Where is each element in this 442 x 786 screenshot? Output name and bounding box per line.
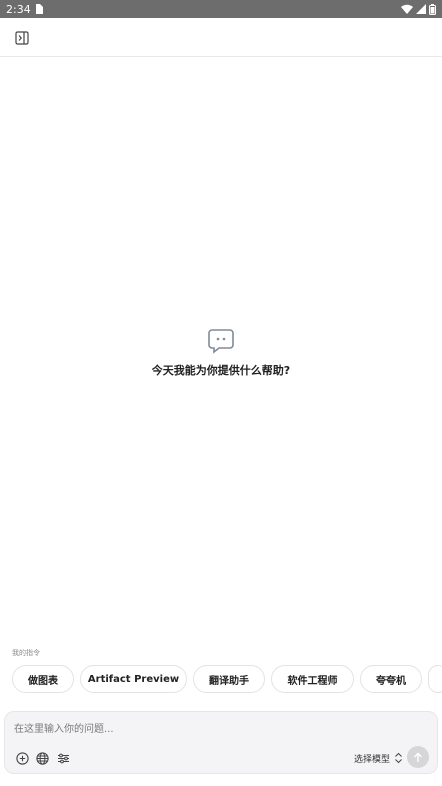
- top-bar: [0, 18, 442, 57]
- status-right: [401, 3, 436, 15]
- suggestions-label: 我的指令: [12, 649, 40, 657]
- settings-button[interactable]: [55, 750, 71, 766]
- chevron-up-down-icon: [395, 752, 402, 764]
- empty-state: 今天我能为你提供什么帮助?: [0, 328, 442, 378]
- sliders-icon: [57, 753, 69, 763]
- send-button[interactable]: [407, 746, 429, 768]
- suggestion-chips: 做图表 Artifact Preview 翻译助手 软件工程师 夸夸机: [12, 665, 442, 693]
- composer: 选择模型: [4, 711, 438, 774]
- model-selector[interactable]: 选择模型: [354, 750, 403, 766]
- arrow-up-icon: [414, 752, 422, 762]
- sidebar-toggle-button[interactable]: [12, 28, 32, 48]
- message-input[interactable]: [14, 720, 394, 738]
- suggestion-chip[interactable]: 软件工程师: [271, 665, 354, 693]
- model-selector-label: 选择模型: [353, 754, 390, 765]
- suggestion-chip[interactable]: 翻译助手: [193, 665, 265, 693]
- status-left: 2:34: [6, 3, 43, 16]
- suggestion-chip[interactable]: Artifact Preview: [80, 665, 187, 693]
- suggestion-chip[interactable]: [428, 665, 442, 693]
- cell-signal-icon: [416, 4, 426, 14]
- battery-icon: [429, 3, 436, 15]
- plus-circle-icon: [15, 751, 29, 765]
- sidebar-toggle-icon: [15, 31, 29, 45]
- web-search-button[interactable]: [34, 750, 50, 766]
- status-time: 2:34: [6, 2, 31, 16]
- empty-state-title: 今天我能为你提供什么帮助?: [151, 364, 291, 377]
- attach-button[interactable]: [14, 750, 30, 766]
- suggestion-chip[interactable]: 夸夸机: [360, 665, 422, 693]
- status-bar: 2:34: [0, 0, 442, 18]
- wifi-icon: [401, 4, 413, 14]
- sim-card-icon: [35, 4, 43, 14]
- suggestion-chip[interactable]: 做图表: [12, 665, 74, 693]
- globe-icon: [35, 751, 49, 765]
- chat-bubble-icon: [208, 329, 234, 354]
